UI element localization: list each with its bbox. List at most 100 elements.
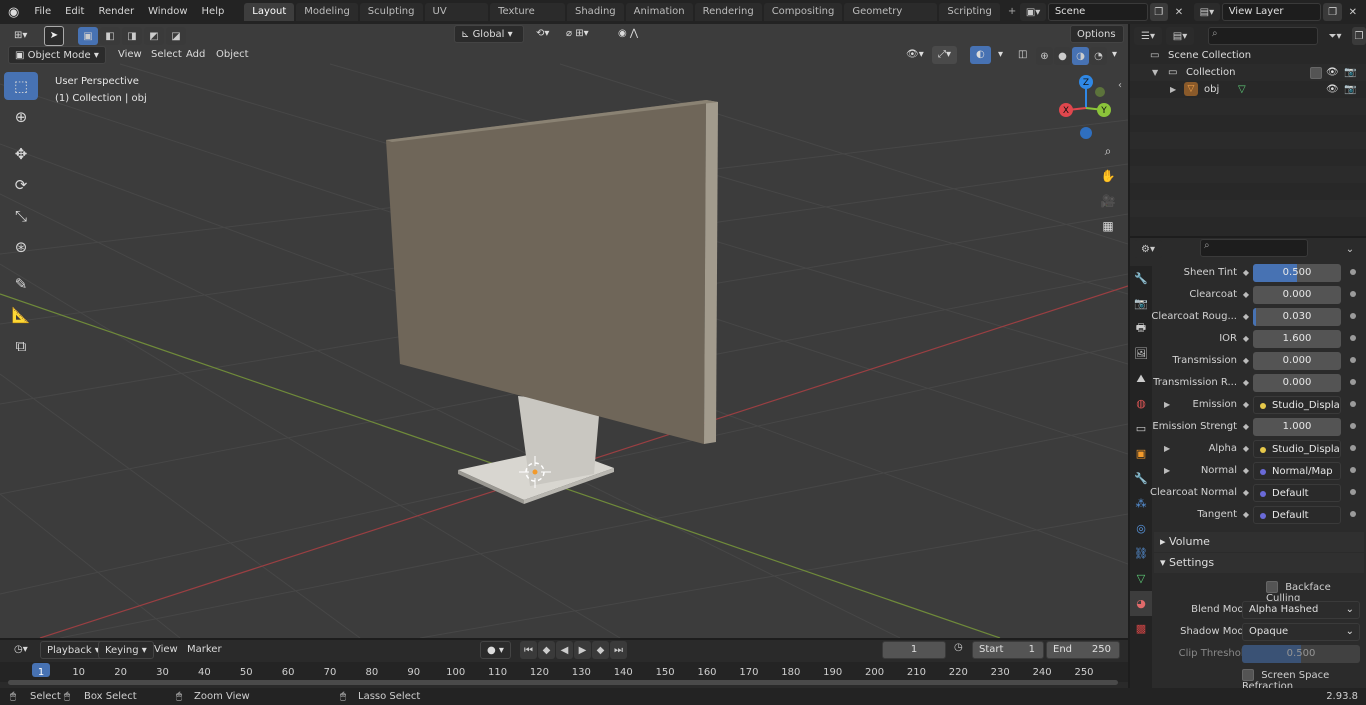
tab-rendering[interactable]: Rendering [694,3,762,21]
timeline-editor-type-icon[interactable]: ◷▾ [8,641,34,659]
collection-render-camera-icon[interactable]: 📷 [1344,64,1356,81]
socket-dot-icon[interactable]: ◆ [1242,467,1250,475]
properties-search-input[interactable] [1200,239,1308,257]
tab-compositing[interactable]: Compositing [763,3,843,21]
3d-viewport[interactable]: ⊞▾ ➤ ▣ ◧ ◨ ◩ ◪ ⊾ Global ▾ ⟲▾ ⌀ ⊞▾ ◉ ⋀ Op… [0,24,1128,638]
camera-view-icon[interactable]: 🎥 [1097,190,1119,212]
tab-shading[interactable]: Shading [567,3,624,21]
socket-dot-icon[interactable]: ◆ [1242,445,1250,453]
socket-dot-icon[interactable]: ◆ [1242,401,1250,409]
object-tab-icon[interactable]: ▣ [1130,441,1152,466]
tab-geometry-nodes[interactable]: Geometry Nodes [844,3,938,35]
scene-selector-icon[interactable]: ▣▾ [1020,3,1046,21]
socket-dot-icon[interactable]: ◆ [1242,489,1250,497]
add-workspace-icon[interactable]: + [1004,3,1020,21]
select-box-tool-icon[interactable]: ⬚ [4,72,38,100]
clip-threshold-field[interactable]: 0.500 [1242,645,1360,663]
jump-end-icon[interactable]: ⏭ [610,641,627,659]
collection-expand-icon[interactable]: ▼ [1152,64,1158,81]
viewport-menu-view[interactable]: View [112,46,148,64]
outliner-display-mode-icon[interactable]: ▤▾ [1166,27,1194,45]
view-layer-tab-icon[interactable]: 🖼 [1130,341,1152,366]
annotate-tool-icon[interactable]: ✎ [4,270,38,298]
tab-animation[interactable]: Animation [625,3,693,21]
property-link-field[interactable]: Default [1253,484,1341,502]
socket-dot-icon[interactable]: ◆ [1242,379,1250,387]
obj-render-camera-icon[interactable]: 📷 [1344,81,1356,98]
keyframe-dot-icon[interactable] [1350,291,1356,297]
socket-dot-icon[interactable]: ◆ [1242,291,1250,299]
expand-arrow-icon[interactable]: ▶ [1164,396,1170,414]
socket-dot-icon[interactable]: ◆ [1242,313,1250,321]
keyframe-dot-icon[interactable] [1350,423,1356,429]
select-tool-icon[interactable]: ➤ [44,26,64,46]
particles-tab-icon[interactable]: ⁂ [1130,491,1152,516]
shadow-mode-select[interactable]: Opaque ⌄ [1242,623,1360,641]
add-cube-tool-icon[interactable]: ⧉ [4,332,38,360]
property-link-field[interactable]: Studio_Display_with... [1253,396,1341,414]
current-frame-field[interactable]: 1 [882,641,946,659]
xray-icon[interactable]: ◫ [1012,46,1033,64]
view-layer-field[interactable]: View Layer [1221,3,1322,21]
socket-dot-icon[interactable]: ◆ [1242,357,1250,365]
outliner-editor-type-icon[interactable]: ☰▾ [1134,27,1162,45]
timeline-menu-marker[interactable]: Marker [181,641,228,659]
play-reverse-icon[interactable]: ◀ [556,641,573,659]
property-link-field[interactable]: Studio_Display_with... [1253,440,1341,458]
navigation-gizmo[interactable]: Z X Y [1056,72,1118,140]
socket-dot-icon[interactable]: ◆ [1242,335,1250,343]
view-layer-selector-icon[interactable]: ▤▾ [1194,3,1220,21]
move-tool-icon[interactable]: ✥ [4,140,38,168]
mode-intersect-icon[interactable]: ◪ [166,27,186,45]
tab-sculpting[interactable]: Sculpting [359,3,423,21]
socket-dot-icon[interactable]: ◆ [1242,423,1250,431]
scene-tab-icon[interactable]: ⛰ [1130,366,1152,391]
timeline-menu-keying[interactable]: Keying ▾ [98,641,154,659]
expand-arrow-icon[interactable]: ▶ [1164,440,1170,458]
object-mode-select[interactable]: ▣ Object Mode ▾ [8,46,106,64]
material-tab-icon[interactable]: ◕ [1130,591,1152,616]
keyframe-dot-icon[interactable] [1350,511,1356,517]
blender-logo-icon[interactable]: ◉ [0,0,27,24]
render-tab-icon[interactable]: 📷 [1130,291,1152,316]
menu-render[interactable]: Render [91,0,141,24]
property-number-field[interactable]: 1.600 [1253,330,1341,348]
delete-view-layer-icon[interactable]: ✕ [1344,3,1362,21]
keyframe-dot-icon[interactable] [1350,489,1356,495]
end-frame-field[interactable]: End 250 [1046,641,1120,659]
timeline-menu-view[interactable]: View [148,641,184,659]
keyframe-dot-icon[interactable] [1350,401,1356,407]
viewport-menu-add[interactable]: Add [180,46,211,64]
timeline-scrollbar[interactable] [8,680,1118,685]
jump-start-icon[interactable]: ⏮ [520,641,537,659]
keyframe-dot-icon[interactable] [1350,357,1356,363]
property-link-field[interactable]: Normal/Map [1253,462,1341,480]
outliner-row-collection[interactable]: ▼ ▭ Collection 👁 📷 [1130,64,1366,81]
pivot-point-icon[interactable]: ⟲▾ [530,25,555,43]
pan-hand-icon[interactable]: ✋ [1097,165,1119,187]
options-button[interactable]: Options ▾ [1070,25,1124,58]
property-number-field[interactable]: 0.000 [1253,374,1341,392]
blend-mode-select[interactable]: Alpha Hashed ⌄ [1242,601,1360,619]
cursor-tool-icon[interactable]: ⊕ [4,103,38,131]
tab-scripting[interactable]: Scripting [939,3,1000,21]
tab-modeling[interactable]: Modeling [296,3,358,21]
overlays-icon[interactable]: ◐ [970,46,991,64]
keyframe-dot-icon[interactable] [1350,335,1356,341]
output-tab-icon[interactable]: 🖶 [1130,316,1152,341]
overlays-dropdown-icon[interactable]: ▾ [992,46,1009,64]
property-number-field[interactable]: 0.000 [1253,286,1341,304]
keyframe-dot-icon[interactable] [1350,269,1356,275]
property-number-field[interactable]: 0.030 [1253,308,1341,326]
scene-name-field[interactable]: Scene [1047,3,1148,21]
new-collection-icon[interactable]: ❐ [1352,27,1366,45]
filter-icon[interactable]: ⏷▾ [1322,27,1348,45]
editor-type-icon[interactable]: ⊞▾ [8,27,33,45]
auto-keying-icon[interactable]: ● ▾ [480,641,511,659]
start-frame-field[interactable]: Start 1 [972,641,1044,659]
outliner-row-scene-collection[interactable]: ▭ Scene Collection [1130,47,1366,64]
material-shading-icon[interactable]: ◑ [1072,47,1089,65]
tab-texture-paint[interactable]: Texture Paint [490,3,565,35]
outliner-search-input[interactable] [1208,27,1318,45]
socket-dot-icon[interactable]: ◆ [1242,511,1250,519]
